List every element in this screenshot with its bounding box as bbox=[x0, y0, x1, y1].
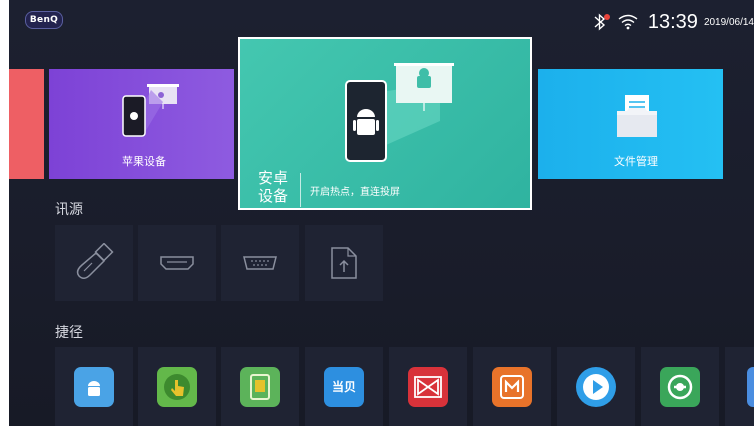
tile-previous[interactable] bbox=[9, 69, 44, 179]
benq-logo: BenQ bbox=[25, 11, 63, 29]
file-upload-icon bbox=[331, 247, 357, 279]
shortcut-section-title: 捷径 bbox=[55, 325, 83, 341]
shortcut-item[interactable] bbox=[221, 347, 299, 426]
clock-date: 2019/06/14 bbox=[703, 16, 754, 28]
partial-app-icon bbox=[747, 366, 754, 407]
sync-app-icon bbox=[660, 366, 700, 407]
clock-time: 13:39 bbox=[647, 10, 698, 33]
vga-icon bbox=[243, 256, 277, 270]
device-app-icon bbox=[240, 366, 280, 407]
source-file-input[interactable] bbox=[305, 225, 383, 301]
shortcut-item[interactable] bbox=[557, 347, 635, 426]
android-title: 安卓 设备 bbox=[258, 169, 289, 205]
tile-android-device[interactable]: 安卓 设备 开启热点，直连投屏 bbox=[238, 37, 532, 210]
source-vga[interactable] bbox=[221, 225, 299, 301]
tile-apple-device[interactable]: 苹果设备 bbox=[49, 69, 234, 179]
play-app-icon bbox=[576, 366, 616, 407]
dangbei-app-icon: 当贝 bbox=[324, 366, 364, 407]
apple-cast-icon bbox=[122, 84, 179, 137]
launcher-screen: BenQ 13:39 2019/06/14 苹果设备 文件管理 安卓 设备 开启… bbox=[9, 0, 754, 426]
file-manager-label: 文件管理 bbox=[614, 155, 658, 168]
usb-icon bbox=[76, 243, 114, 279]
bowtie-app-icon bbox=[408, 366, 448, 407]
apple-device-label: 苹果设备 bbox=[122, 155, 166, 168]
android-app-icon bbox=[74, 366, 114, 407]
android-subtitle: 开启热点，直连投屏 bbox=[310, 187, 400, 198]
shortcut-item[interactable] bbox=[389, 347, 467, 426]
shortcut-item[interactable] bbox=[725, 347, 754, 426]
mango-app-icon bbox=[492, 366, 532, 407]
source-hdmi[interactable] bbox=[138, 225, 216, 301]
shortcut-item[interactable] bbox=[641, 347, 719, 426]
touch-app-icon bbox=[157, 366, 197, 407]
bluetooth-icon bbox=[592, 12, 610, 32]
shortcut-item[interactable]: 当贝 bbox=[305, 347, 383, 426]
tile-file-manager[interactable]: 文件管理 bbox=[538, 69, 723, 179]
hdmi-icon bbox=[160, 256, 194, 270]
shortcut-item[interactable] bbox=[138, 347, 216, 426]
folder-icon bbox=[617, 95, 657, 137]
wifi-icon bbox=[618, 14, 638, 30]
android-cast-icon bbox=[345, 63, 454, 162]
divider bbox=[300, 173, 301, 207]
status-bar: 13:39 2019/06/14 bbox=[592, 10, 754, 34]
shortcut-item[interactable] bbox=[473, 347, 551, 426]
source-section-title: 讯源 bbox=[55, 202, 83, 218]
source-usb[interactable] bbox=[55, 225, 133, 301]
shortcut-item[interactable] bbox=[55, 347, 133, 426]
